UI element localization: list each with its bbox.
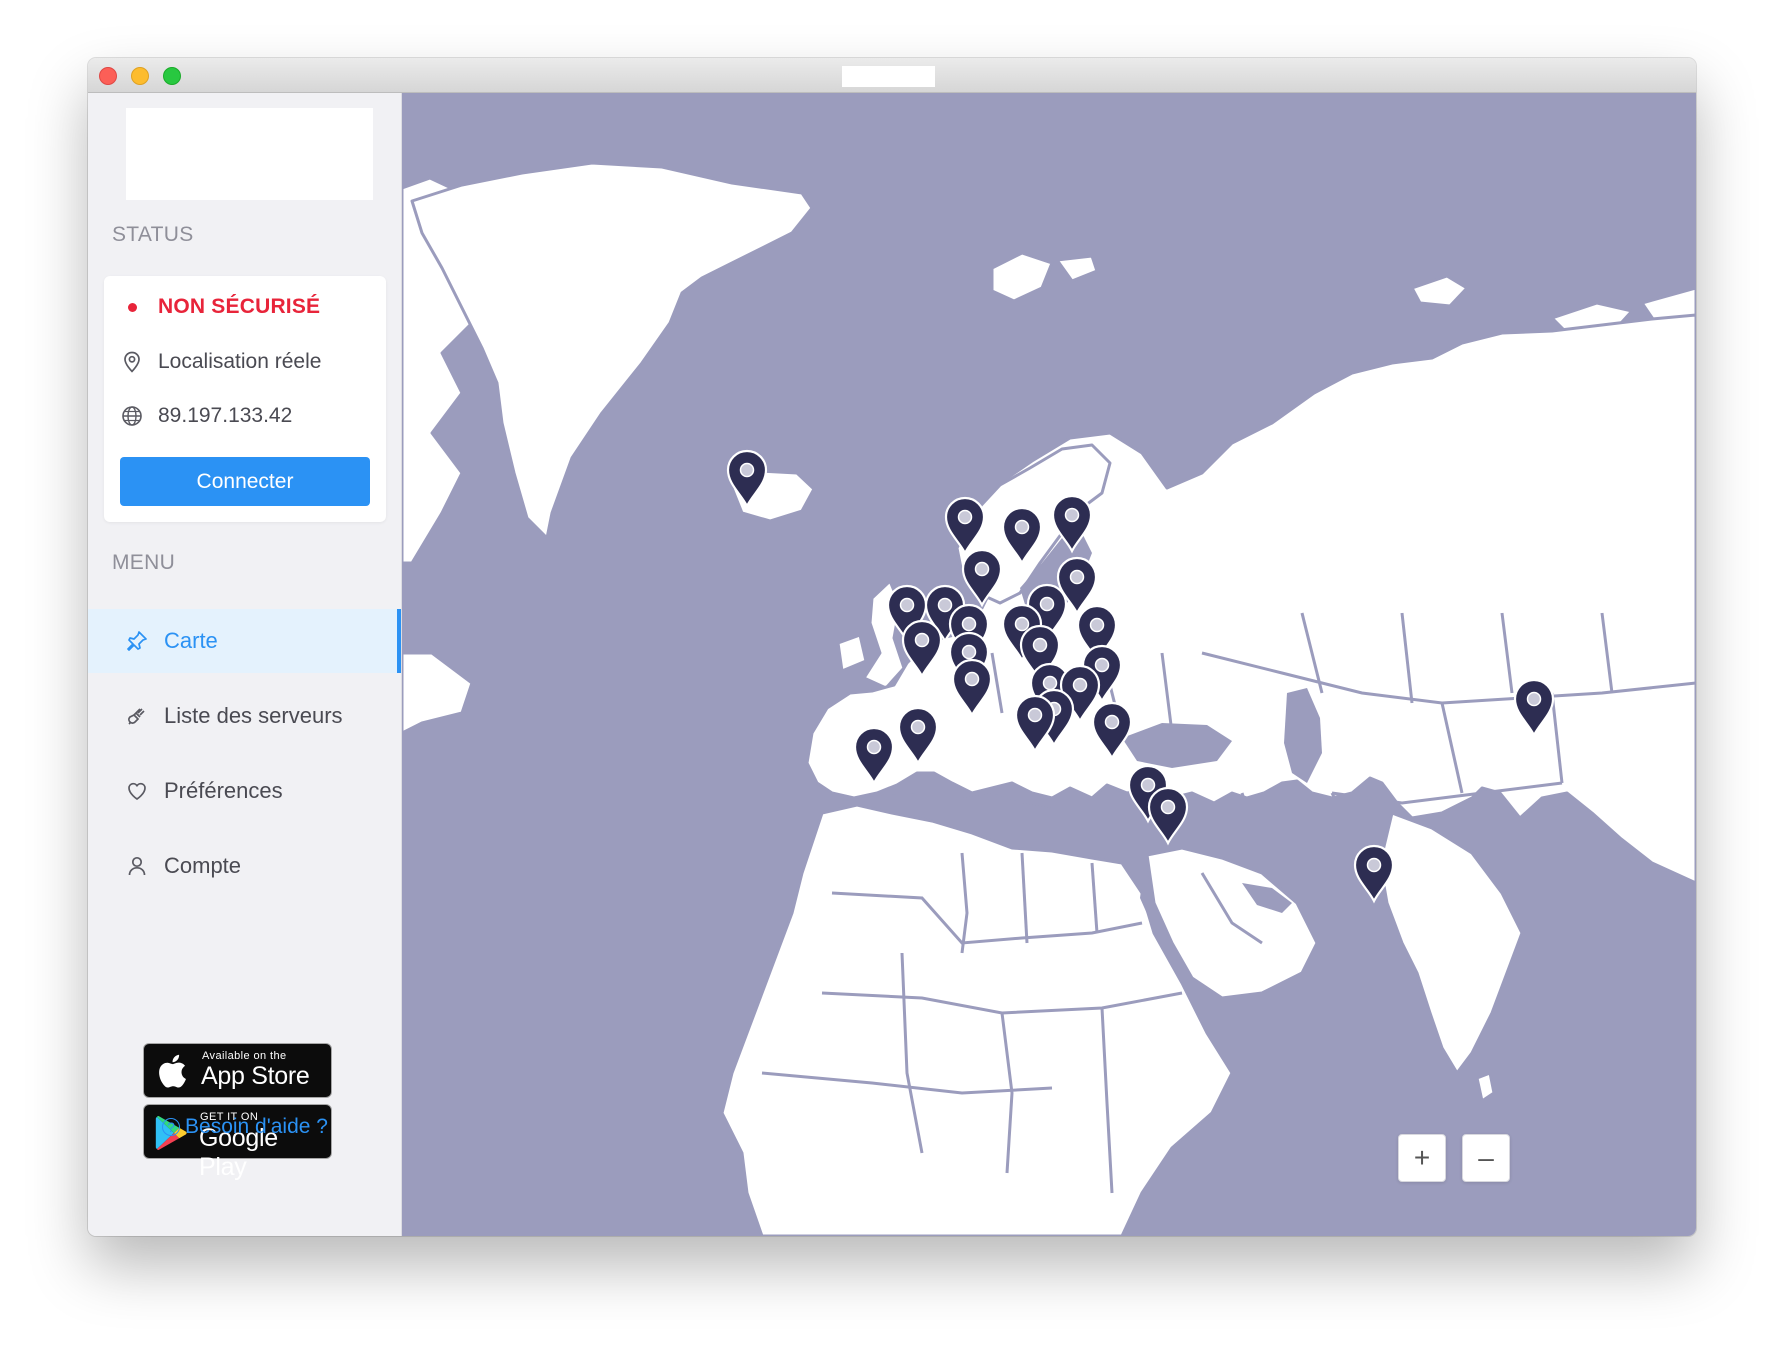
- status-card: NON SÉCURISÉ Localisation réele 89.197.1…: [104, 276, 386, 522]
- menu-section-title: MENU: [112, 551, 176, 574]
- status-label: NON SÉCURISÉ: [158, 295, 321, 318]
- server-marker-icon[interactable]: [897, 706, 939, 766]
- menu-item-preferences[interactable]: Préférences: [88, 759, 401, 823]
- minimize-window-button[interactable]: [131, 67, 149, 85]
- app-store-small-text: Available on the: [202, 1050, 287, 1062]
- zoom-out-button[interactable]: –: [1462, 1134, 1510, 1182]
- status-row: NON SÉCURISÉ: [120, 292, 320, 322]
- location-pin-icon: [120, 350, 144, 374]
- maximize-window-button[interactable]: [163, 67, 181, 85]
- connect-button[interactable]: Connecter: [120, 457, 370, 506]
- server-marker-icon[interactable]: [944, 496, 986, 556]
- apple-icon: [157, 1053, 187, 1094]
- menu-item-label: Liste des serveurs: [164, 703, 343, 728]
- help-link-label: Besoin d'aide ?: [185, 1115, 328, 1138]
- sidebar: STATUS NON SÉCURISÉ Localisation réele 8…: [88, 93, 402, 1236]
- world-map[interactable]: + –: [402, 93, 1696, 1236]
- server-marker-icon[interactable]: [961, 548, 1003, 608]
- globe-icon: [120, 404, 144, 428]
- app-store-badge[interactable]: Available on the App Store: [143, 1043, 332, 1098]
- ip-row: 89.197.133.42: [120, 401, 292, 431]
- server-marker-icon[interactable]: [1147, 786, 1189, 846]
- help-link[interactable]: ? Besoin d'aide ?: [88, 1115, 402, 1139]
- server-marker-icon[interactable]: [726, 449, 768, 509]
- server-markers: [726, 449, 1555, 904]
- server-marker-icon[interactable]: [1513, 678, 1555, 738]
- ip-address: 89.197.133.42: [158, 404, 293, 427]
- server-marker-icon[interactable]: [1091, 701, 1133, 761]
- server-marker-icon[interactable]: [853, 726, 895, 786]
- title-bar: [88, 58, 1696, 93]
- menu-item-label: Carte: [164, 628, 218, 653]
- plug-icon: [124, 703, 150, 729]
- close-window-button[interactable]: [99, 67, 117, 85]
- menu-item-account[interactable]: Compte: [88, 834, 401, 898]
- zoom-in-button[interactable]: +: [1398, 1134, 1446, 1182]
- window-title: [842, 66, 935, 87]
- app-window: STATUS NON SÉCURISÉ Localisation réele 8…: [88, 58, 1696, 1236]
- server-marker-icon[interactable]: [1051, 494, 1093, 554]
- pin-icon: [124, 628, 150, 654]
- menu-item-server-list[interactable]: Liste des serveurs: [88, 684, 401, 748]
- heart-icon: [124, 778, 150, 804]
- location-label: Localisation réele: [158, 350, 322, 373]
- server-marker-icon[interactable]: [901, 619, 943, 679]
- server-marker-icon[interactable]: [1014, 694, 1056, 754]
- user-icon: [124, 853, 150, 879]
- server-marker-icon[interactable]: [1353, 844, 1395, 904]
- status-dot-icon: [120, 295, 144, 319]
- server-marker-icon[interactable]: [951, 658, 993, 718]
- location-row: Localisation réele: [120, 347, 321, 377]
- help-icon: ?: [162, 1118, 181, 1136]
- menu-item-label: Préférences: [164, 778, 283, 803]
- status-section-title: STATUS: [112, 223, 194, 246]
- app-store-big-text: App Store: [201, 1062, 310, 1090]
- menu-item-carte[interactable]: Carte: [88, 609, 401, 673]
- menu-item-label: Compte: [164, 853, 242, 878]
- app-logo: [126, 108, 373, 200]
- server-marker-icon[interactable]: [1001, 506, 1043, 566]
